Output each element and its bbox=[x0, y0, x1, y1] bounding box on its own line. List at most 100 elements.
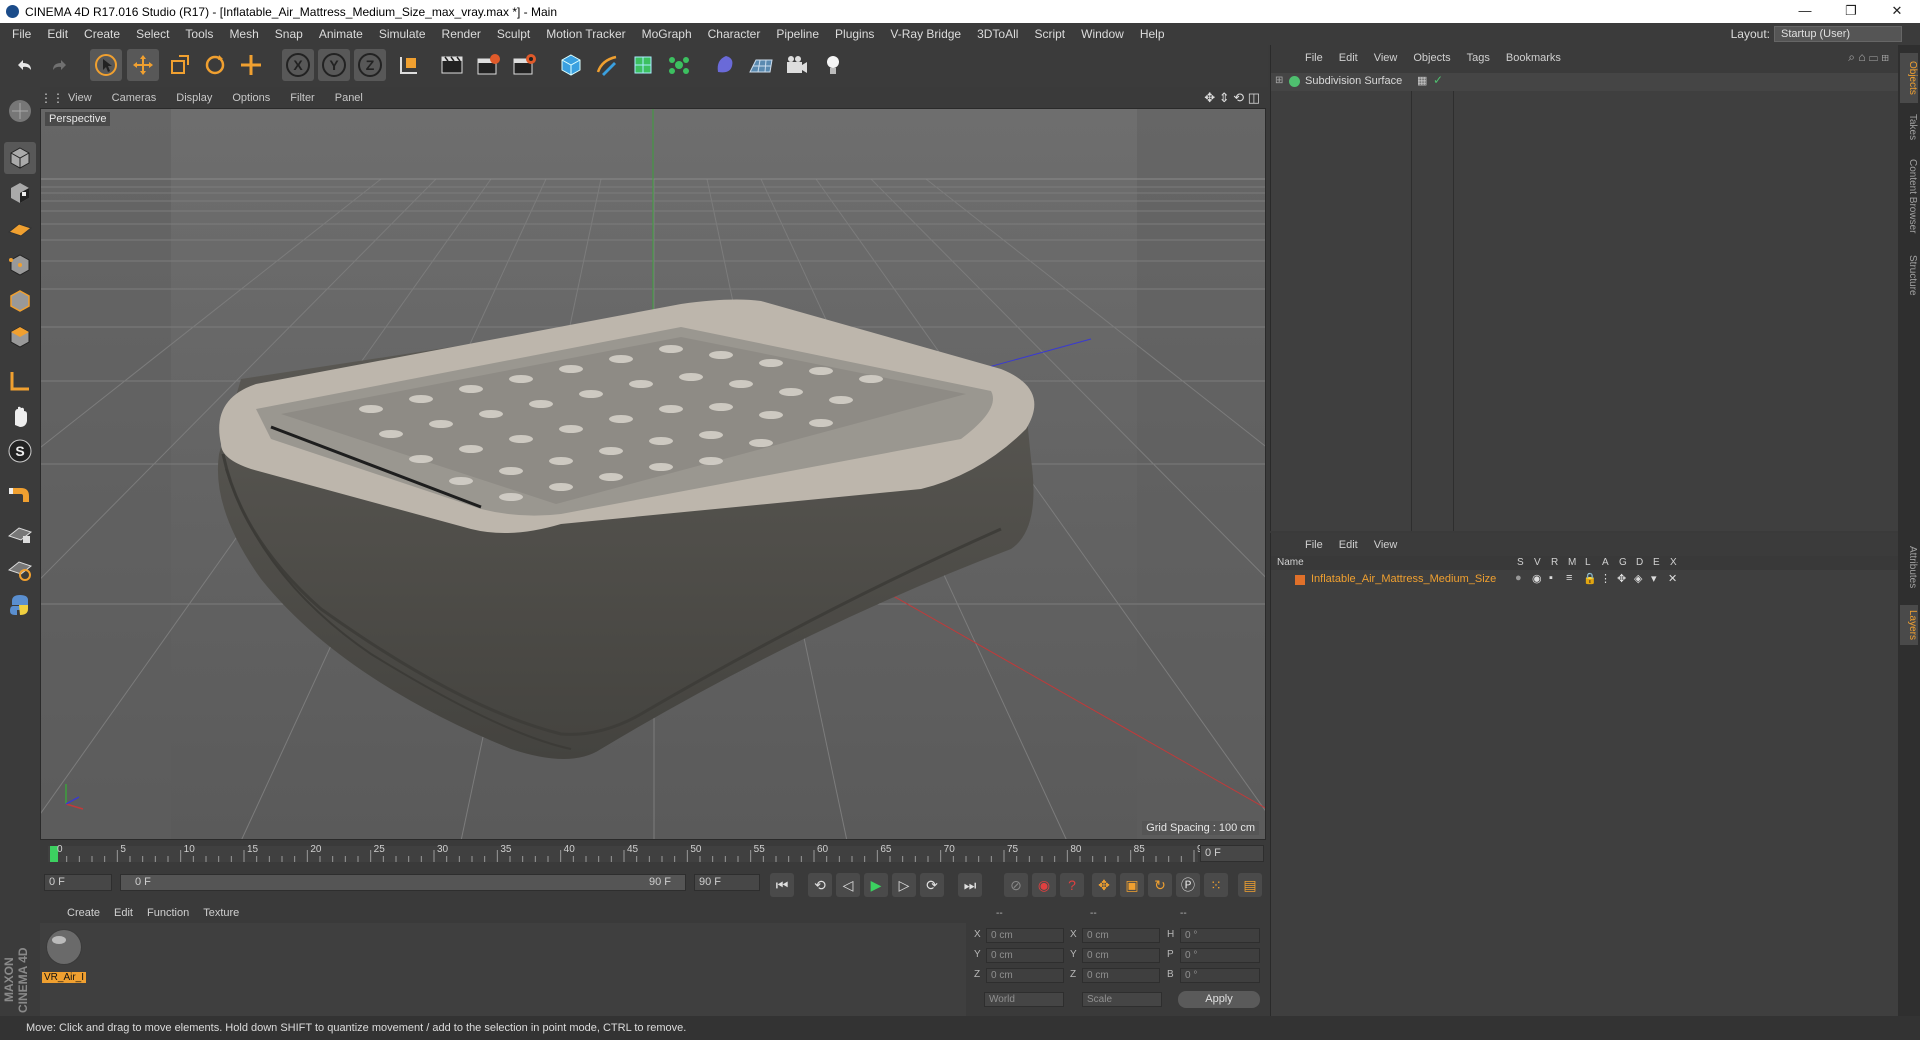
pen-icon[interactable] bbox=[591, 49, 623, 81]
objects-menu-objects[interactable]: Objects bbox=[1405, 52, 1458, 64]
timeline-window-icon[interactable]: ▤ bbox=[1238, 873, 1262, 897]
viewport-camera-label[interactable]: Perspective bbox=[45, 112, 111, 126]
material-menu-function[interactable]: Function bbox=[140, 907, 196, 919]
object-row[interactable]: ⊞ Subdivision Surface ▦ ✓ bbox=[1271, 73, 1899, 91]
tab-attributes[interactable]: Attributes bbox=[1900, 535, 1918, 600]
menu-sculpt[interactable]: Sculpt bbox=[489, 23, 538, 45]
coordinate-mode-dropdown[interactable]: Scale bbox=[1082, 992, 1162, 1007]
layer-deformer-icon[interactable]: ◈ bbox=[1634, 572, 1642, 585]
viewport-menu-filter[interactable]: Filter bbox=[280, 92, 324, 104]
undo-icon[interactable] bbox=[8, 49, 40, 81]
position-z-field[interactable]: 0 cm bbox=[986, 968, 1064, 983]
redo-icon[interactable] bbox=[44, 49, 76, 81]
cube-icon[interactable] bbox=[555, 49, 587, 81]
coordinate-system-icon[interactable] bbox=[393, 49, 425, 81]
cloner-icon[interactable] bbox=[663, 49, 695, 81]
menu-window[interactable]: Window bbox=[1073, 23, 1132, 45]
rotate-icon[interactable] bbox=[199, 49, 231, 81]
subdivision-icon[interactable] bbox=[627, 49, 659, 81]
render-picture-viewer-icon[interactable] bbox=[472, 49, 504, 81]
floor-icon[interactable] bbox=[745, 49, 777, 81]
3d-viewport[interactable]: Perspective Grid Spacing : 100 cm bbox=[40, 108, 1266, 840]
menu-select[interactable]: Select bbox=[128, 23, 177, 45]
viewport-menu-display[interactable]: Display bbox=[166, 92, 222, 104]
layer-view-icon[interactable]: ◉ bbox=[1532, 572, 1542, 585]
material-menu-texture[interactable]: Texture bbox=[196, 907, 246, 919]
scale-icon[interactable] bbox=[163, 49, 195, 81]
object-visibility-icon[interactable]: ▦ bbox=[1417, 74, 1427, 87]
menu-snap[interactable]: Snap bbox=[267, 23, 311, 45]
menu-help[interactable]: Help bbox=[1132, 23, 1173, 45]
menu-pipeline[interactable]: Pipeline bbox=[768, 23, 827, 45]
menu-simulate[interactable]: Simulate bbox=[371, 23, 434, 45]
size-y-field[interactable]: 0 cm bbox=[1082, 948, 1160, 963]
tab-objects[interactable]: Objects bbox=[1900, 53, 1918, 103]
menu-render[interactable]: Render bbox=[434, 23, 489, 45]
timeline-ruler[interactable]: 051015202530354045505560657075808590 0 F bbox=[40, 842, 1266, 864]
objects-menu-bookmarks[interactable]: Bookmarks bbox=[1498, 52, 1569, 64]
objects-menu-edit[interactable]: Edit bbox=[1331, 52, 1366, 64]
viewport-menu-cameras[interactable]: Cameras bbox=[102, 92, 167, 104]
python-icon[interactable] bbox=[4, 589, 36, 621]
parameter-key-icon[interactable]: Ⓟ bbox=[1176, 873, 1200, 897]
menu-plugins[interactable]: Plugins bbox=[827, 23, 882, 45]
layer-name[interactable]: Inflatable_Air_Mattress_Medium_Size bbox=[1311, 573, 1496, 585]
camera-icon[interactable] bbox=[781, 49, 813, 81]
viewport-menu-options[interactable]: Options bbox=[222, 92, 280, 104]
size-x-field[interactable]: 0 cm bbox=[1082, 928, 1160, 943]
layer-lock-icon[interactable]: 🔒 bbox=[1583, 572, 1597, 585]
current-frame-field[interactable]: 0 F bbox=[1200, 845, 1264, 862]
menu-animate[interactable]: Animate bbox=[311, 23, 371, 45]
layer-generator-icon[interactable]: ✥ bbox=[1617, 572, 1626, 585]
workplane-mode-icon[interactable] bbox=[4, 213, 36, 245]
tweak-mode-icon[interactable] bbox=[4, 400, 36, 432]
play-icon[interactable]: ▶ bbox=[864, 873, 888, 897]
objects-menu-tags[interactable]: Tags bbox=[1459, 52, 1498, 64]
menu-edit[interactable]: Edit bbox=[39, 23, 76, 45]
object-name[interactable]: Subdivision Surface bbox=[1305, 75, 1402, 87]
y-axis-icon[interactable]: Y bbox=[318, 49, 350, 81]
x-axis-icon[interactable]: X bbox=[282, 49, 314, 81]
texture-mode-icon[interactable] bbox=[4, 177, 36, 209]
axis-mode-icon[interactable] bbox=[4, 365, 36, 397]
layer-render-icon[interactable]: ▪ bbox=[1549, 572, 1553, 584]
layers-menu-edit[interactable]: Edit bbox=[1331, 539, 1366, 551]
menu-create[interactable]: Create bbox=[76, 23, 128, 45]
position-key-icon[interactable]: ✥ bbox=[1092, 873, 1116, 897]
layers-menu-view[interactable]: View bbox=[1366, 539, 1406, 551]
add-icon[interactable] bbox=[235, 49, 267, 81]
layer-xref-icon[interactable]: ✕ bbox=[1668, 572, 1677, 585]
objects-menu-file[interactable]: File bbox=[1297, 52, 1331, 64]
restore-button[interactable]: ❐ bbox=[1828, 0, 1874, 23]
rotation-key-icon[interactable]: ↻ bbox=[1148, 873, 1172, 897]
edges-mode-icon[interactable] bbox=[4, 285, 36, 317]
object-enabled-check-icon[interactable]: ✓ bbox=[1433, 73, 1443, 87]
material-menu-edit[interactable]: Edit bbox=[107, 907, 140, 919]
lock-grid-icon[interactable] bbox=[4, 517, 36, 549]
objects-search-icon[interactable]: ⌕ ⌂ ▭ ⊞ bbox=[1848, 50, 1889, 65]
material-swatch[interactable]: VR_Air_I bbox=[42, 926, 86, 984]
polygons-mode-icon[interactable] bbox=[4, 321, 36, 353]
menu-motion-tracker[interactable]: Motion Tracker bbox=[538, 23, 633, 45]
expand-icon[interactable]: ⊞ bbox=[1275, 75, 1283, 86]
close-button[interactable]: ✕ bbox=[1874, 0, 1920, 23]
rotation-b-field[interactable]: 0 ° bbox=[1180, 968, 1260, 983]
previous-key-icon[interactable]: ⟲ bbox=[808, 873, 832, 897]
menu-character[interactable]: Character bbox=[700, 23, 769, 45]
go-to-start-icon[interactable]: ⏮ bbox=[770, 873, 794, 897]
size-z-field[interactable]: 0 cm bbox=[1082, 968, 1160, 983]
menu-mograph[interactable]: MoGraph bbox=[634, 23, 700, 45]
points-mode-icon[interactable] bbox=[4, 249, 36, 281]
viewport-menu-panel[interactable]: Panel bbox=[325, 92, 373, 104]
menu-3dtoall[interactable]: 3DToAll bbox=[969, 23, 1026, 45]
pla-key-icon[interactable]: ⁙ bbox=[1204, 873, 1228, 897]
rotation-h-field[interactable]: 0 ° bbox=[1180, 928, 1260, 943]
position-x-field[interactable]: 0 cm bbox=[986, 928, 1064, 943]
tab-structure[interactable]: Structure bbox=[1900, 245, 1918, 305]
record-keys-icon[interactable]: ⊘ bbox=[1004, 873, 1028, 897]
render-settings-icon[interactable] bbox=[508, 49, 540, 81]
menu-mesh[interactable]: Mesh bbox=[221, 23, 266, 45]
tab-layers[interactable]: Layers bbox=[1900, 605, 1918, 645]
layer-manager-icon[interactable]: ≡ bbox=[1566, 572, 1572, 584]
scale-key-icon[interactable]: ▣ bbox=[1120, 873, 1144, 897]
